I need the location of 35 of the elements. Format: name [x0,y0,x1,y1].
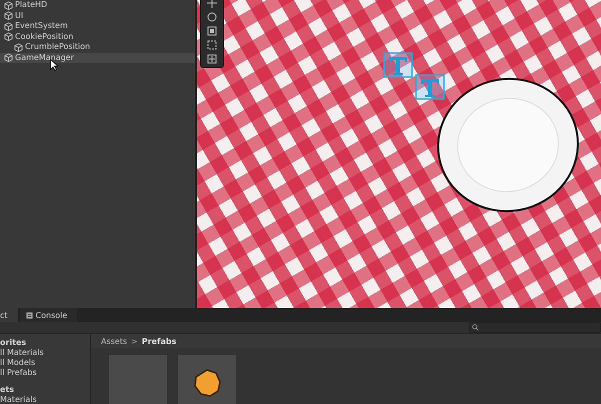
console-icon [26,312,33,318]
breadcrumb-separator: > [131,336,138,346]
cube-icon [4,53,13,62]
sidebar-heading: ets [0,385,16,395]
hierarchy-item[interactable]: PlateHD [0,0,195,10]
scale-tool-icon[interactable] [206,25,218,37]
cube-icon [14,42,23,52]
text-gizmo-icon [383,52,413,78]
cube-icon [4,32,13,42]
sidebar-item[interactable]: ll Prefabs [0,368,90,378]
cube-icon [4,11,13,20]
breadcrumb-link[interactable]: Prefabs [142,336,176,346]
rect-tool-icon[interactable] [206,39,218,51]
cube-icon [4,0,13,10]
sidebar-item[interactable]: Materials [0,395,90,404]
panel-tab[interactable]: ct [0,308,18,322]
hierarchy-item[interactable]: CookiePosition [0,32,195,42]
cookie-prefab-tile[interactable] [178,355,236,404]
cookie-icon [192,368,222,398]
text-gizmo-icon [415,74,445,100]
hierarchy-item[interactable]: CrumblePosition [0,42,195,52]
transform-tool-icon[interactable] [206,53,218,65]
hierarchy-item[interactable]: EventSystem [0,21,195,32]
sidebar-heading: orites [0,338,28,348]
sidebar-item[interactable]: ll Models [0,358,90,368]
search-field[interactable] [469,322,601,333]
search-icon [472,324,479,331]
rotate-tool-icon[interactable] [206,11,218,23]
hierarchy-item[interactable]: GameManager [0,52,195,63]
hierarchy-item[interactable]: UI [0,10,195,21]
move-tool-icon[interactable] [206,0,218,9]
panel-tab[interactable]: Console [20,308,78,322]
cube-icon [4,22,13,31]
breadcrumb-link[interactable]: Assets [101,336,128,346]
sidebar-item[interactable]: ll Materials [0,348,90,358]
